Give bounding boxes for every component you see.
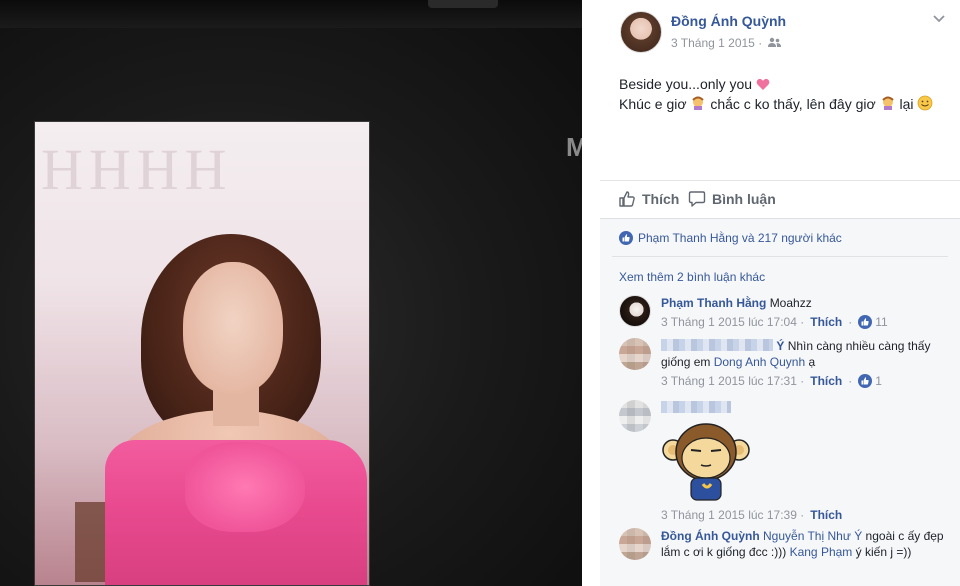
comment-mention[interactable]: Nguyễn Thị Như Ý bbox=[763, 529, 862, 543]
device-slot bbox=[428, 0, 498, 8]
comment-meta-wrap: 3 Tháng 1 2015 lúc 17:39 · Thích bbox=[661, 504, 951, 523]
like-count-value: 1 bbox=[875, 374, 882, 388]
like-label: Thích bbox=[642, 191, 680, 207]
comment-body: Phạm Thanh Hằng Moahzz 3 Tháng 1 2015 lú… bbox=[661, 295, 951, 330]
like-reaction-icon bbox=[858, 374, 873, 388]
post-text: Beside you...only you Khúc e giơ chắc c … bbox=[619, 74, 959, 114]
redacted-name bbox=[661, 339, 773, 351]
post-text-line1: Beside you...only you bbox=[619, 76, 753, 92]
commenter-name[interactable]: Đồng Ánh Quỳnh bbox=[661, 529, 760, 543]
redacted-name bbox=[661, 401, 731, 413]
friends-audience-icon bbox=[767, 37, 781, 47]
commenter-name[interactable]: Phạm Thanh Hằng bbox=[661, 296, 766, 310]
commenter-avatar-pixelated[interactable] bbox=[619, 338, 651, 370]
post-timestamp[interactable]: 3 Tháng 1 2015 · bbox=[671, 36, 781, 50]
comment-body: Đồng Ánh Quỳnh Nguyễn Thị Như Ý ngoài c … bbox=[661, 528, 951, 560]
author-avatar[interactable] bbox=[620, 11, 662, 53]
like-reaction-icon bbox=[858, 315, 873, 329]
comment-text-end: ạ bbox=[808, 355, 816, 369]
post-panel: Đồng Ánh Quỳnh 3 Tháng 1 2015 · Beside y… bbox=[600, 0, 960, 586]
post-photo[interactable]: M HHHH bbox=[0, 0, 582, 586]
raising-hand-emoji-icon bbox=[692, 96, 705, 110]
comment-mention[interactable]: Kang Phạm bbox=[790, 545, 853, 559]
comment-like-button[interactable]: Thích bbox=[810, 507, 842, 523]
comment-meta: 3 Tháng 1 2015 lúc 17:31 · Thích · 1 bbox=[661, 373, 951, 389]
comment-time[interactable]: 3 Tháng 1 2015 lúc 17:31 · bbox=[661, 373, 804, 389]
dress-bow-shape bbox=[185, 442, 305, 532]
comment-text-end: ý kiến j =)) bbox=[855, 545, 912, 559]
author-name[interactable]: Đồng Ánh Quỳnh bbox=[671, 13, 786, 29]
comment-body: Ý Nhìn càng nhiều càng thấy giống em Don… bbox=[661, 338, 951, 389]
panel-gap bbox=[582, 0, 600, 586]
reactions-text: Phạm Thanh Hằng và 217 người khác bbox=[638, 231, 842, 245]
smile-emoji-icon bbox=[917, 95, 933, 111]
reactions-divider bbox=[612, 256, 948, 257]
meta-separator: · bbox=[848, 374, 853, 388]
comment-meta: 3 Tháng 1 2015 lúc 17:04 · Thích · 11 bbox=[661, 314, 951, 330]
post-text-line2a: Khúc e giơ bbox=[619, 96, 687, 112]
like-count-value: 11 bbox=[875, 315, 888, 329]
pink-heart-icon bbox=[756, 78, 770, 90]
commenter-avatar[interactable] bbox=[619, 295, 651, 327]
backdrop-text: HHHH bbox=[41, 137, 233, 202]
view-more-comments-label: Xem thêm 2 bình luận khác bbox=[619, 270, 766, 284]
comment-meta: 3 Tháng 1 2015 lúc 17:39 · Thích bbox=[661, 507, 951, 523]
post-text-line2c: lại bbox=[899, 96, 914, 112]
commenter-avatar-pixelated[interactable] bbox=[619, 528, 651, 560]
reactions-summary[interactable]: Phạm Thanh Hằng và 217 người khác bbox=[619, 231, 842, 245]
comment-bubble-icon bbox=[688, 191, 706, 207]
face-shape bbox=[183, 262, 283, 394]
chevron-down-icon[interactable] bbox=[932, 12, 946, 26]
thumbs-up-icon bbox=[619, 191, 635, 207]
view-more-comments-link[interactable]: Xem thêm 2 bình luận khác bbox=[619, 270, 765, 284]
background-letter: M bbox=[566, 132, 582, 162]
comment-time[interactable]: 3 Tháng 1 2015 lúc 17:04 · bbox=[661, 314, 804, 330]
comment-button[interactable]: Bình luận bbox=[688, 188, 776, 210]
comment-like-button[interactable]: Thích bbox=[810, 373, 842, 389]
actions-divider bbox=[600, 180, 960, 181]
comment-mention[interactable]: Dong Anh Quynh bbox=[714, 355, 805, 369]
comment-time[interactable]: 3 Tháng 1 2015 lúc 17:39 · bbox=[661, 507, 804, 523]
phone-screen: HHHH bbox=[34, 121, 370, 586]
like-reaction-icon bbox=[619, 231, 633, 245]
comment-like-count[interactable]: 1 bbox=[858, 373, 882, 389]
comment-label: Bình luận bbox=[712, 191, 776, 207]
monkey-sticker-icon[interactable] bbox=[661, 420, 751, 502]
post-time-text[interactable]: 3 Tháng 1 2015 · bbox=[671, 36, 762, 50]
commenter-name-tail[interactable]: Ý bbox=[776, 339, 784, 353]
like-button[interactable]: Thích bbox=[618, 188, 679, 210]
comment-like-button[interactable]: Thích bbox=[810, 314, 842, 330]
meta-separator: · bbox=[848, 315, 853, 329]
post-header: Đồng Ánh Quỳnh 3 Tháng 1 2015 · bbox=[600, 0, 960, 64]
comment-like-count[interactable]: 11 bbox=[858, 314, 888, 330]
comment-item: 3 Tháng 1 2015 lúc 17:39 · Thích bbox=[619, 400, 951, 523]
post-text-line2b: chắc c ko thấy, lên đây giơ bbox=[710, 96, 876, 112]
raising-hand-emoji-icon bbox=[881, 96, 894, 110]
comment-body bbox=[661, 400, 951, 416]
commenter-avatar-pixelated[interactable] bbox=[619, 400, 651, 432]
comment-text: Moahzz bbox=[769, 296, 812, 310]
